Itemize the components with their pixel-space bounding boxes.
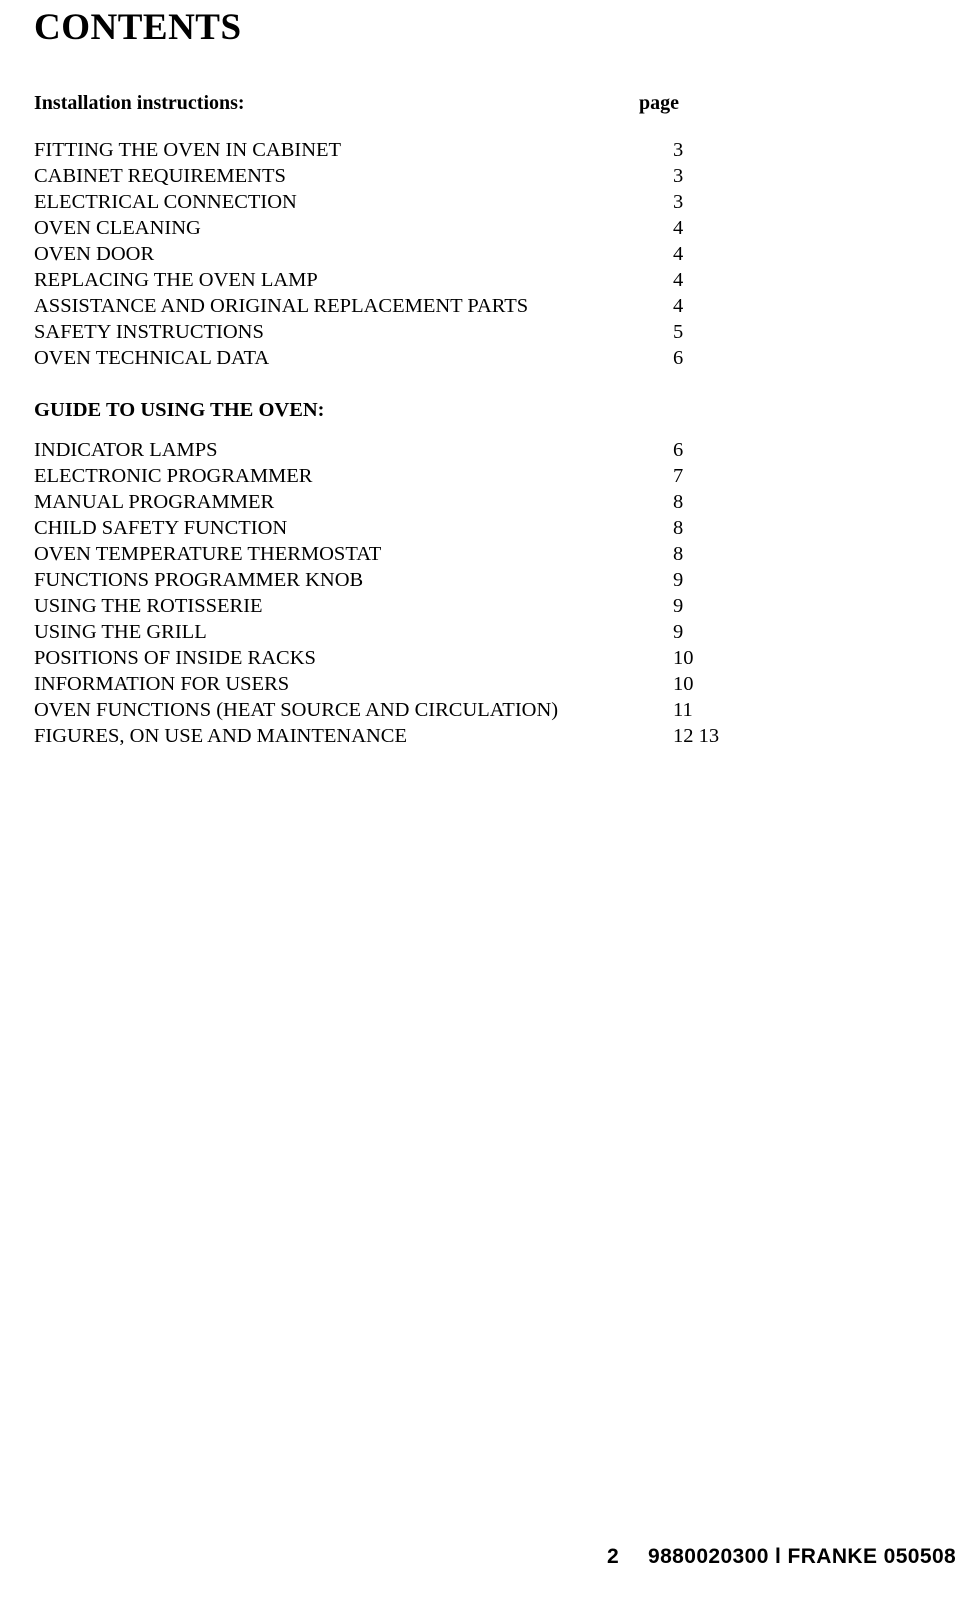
toc-entry-title: REPLACING THE OVEN LAMP: [34, 269, 318, 291]
document-page: CONTENTS Installation instructions: page…: [0, 0, 960, 1599]
toc-entry[interactable]: ASSISTANCE AND ORIGINAL REPLACEMENT PART…: [34, 293, 926, 319]
toc-entry[interactable]: USING THE GRILL 9: [34, 619, 926, 645]
toc-entry-page: 8: [673, 517, 684, 539]
footer-document-id: 9880020300 l FRANKE 050508: [648, 1545, 957, 1568]
toc-entry[interactable]: OVEN CLEANING 4: [34, 215, 926, 241]
toc-entry-title: MANUAL PROGRAMMER: [34, 491, 275, 513]
toc-entry-title: CHILD SAFETY FUNCTION: [34, 517, 288, 539]
toc-entry-title: INDICATOR LAMPS: [34, 439, 218, 461]
toc-entry[interactable]: ELECTRICAL CONNECTION 3: [34, 189, 926, 215]
toc-entry-title: FUNCTIONS PROGRAMMER KNOB: [34, 569, 364, 591]
toc-entry[interactable]: OVEN TECHNICAL DATA 6: [34, 345, 926, 371]
page-column-label: page: [639, 92, 679, 114]
toc-entry[interactable]: OVEN TEMPERATURE THERMOSTAT 8: [34, 541, 926, 567]
toc-entry-page: 8: [673, 491, 684, 513]
toc-entry-page: 3: [673, 165, 684, 187]
toc-entry-title: ELECTRICAL CONNECTION: [34, 191, 297, 213]
toc-entry[interactable]: REPLACING THE OVEN LAMP 4: [34, 267, 926, 293]
toc-entry[interactable]: ELECTRONIC PROGRAMMER 7: [34, 463, 926, 489]
toc-entry[interactable]: CABINET REQUIREMENTS 3: [34, 163, 926, 189]
toc-entry-title: OVEN FUNCTIONS (HEAT SOURCE AND CIRCULAT…: [34, 699, 559, 721]
toc-entry-page: 12 13: [673, 725, 720, 747]
toc-entry-page: 6: [673, 439, 684, 461]
toc-entry-page: 10: [673, 673, 694, 695]
toc-entry-page: 9: [673, 621, 684, 643]
toc-entry-page: 7: [673, 465, 684, 487]
toc-entry[interactable]: FIGURES, ON USE AND MAINTENANCE 12 13: [34, 723, 926, 749]
toc-entry[interactable]: FITTING THE OVEN IN CABINET 3: [34, 137, 926, 163]
toc-entry[interactable]: INDICATOR LAMPS 6: [34, 437, 926, 463]
toc-entry-page: 4: [673, 217, 684, 239]
toc-entry-title: FIGURES, ON USE AND MAINTENANCE: [34, 725, 407, 747]
toc-entry-page: 9: [673, 569, 684, 591]
toc-entry[interactable]: CHILD SAFETY FUNCTION 8: [34, 515, 926, 541]
toc-entry-title: INFORMATION FOR USERS: [34, 673, 290, 695]
toc-entry-page: 4: [673, 269, 684, 291]
toc-entry-title: ELECTRONIC PROGRAMMER: [34, 465, 313, 487]
toc-entry[interactable]: POSITIONS OF INSIDE RACKS 10: [34, 645, 926, 671]
toc-entry-title: POSITIONS OF INSIDE RACKS: [34, 647, 316, 669]
toc-entry[interactable]: MANUAL PROGRAMMER 8: [34, 489, 926, 515]
toc-entry-title: CABINET REQUIREMENTS: [34, 165, 286, 187]
toc-entry-title: OVEN DOOR: [34, 243, 155, 265]
installation-section-label: Installation instructions:: [34, 92, 245, 114]
toc-entry[interactable]: SAFETY INSTRUCTIONS 5: [34, 319, 926, 345]
toc-entry-title: USING THE ROTISSERIE: [34, 595, 263, 617]
toc-entry-page: 5: [673, 321, 684, 343]
guide-toc-list: INDICATOR LAMPS 6 ELECTRONIC PROGRAMMER …: [34, 437, 926, 749]
toc-entry-page: 6: [673, 347, 684, 369]
toc-entry-page: 9: [673, 595, 684, 617]
toc-entry[interactable]: INFORMATION FOR USERS 10: [34, 671, 926, 697]
toc-entry-title: OVEN TECHNICAL DATA: [34, 347, 270, 369]
toc-entry[interactable]: OVEN DOOR 4: [34, 241, 926, 267]
toc-entry-page: 3: [673, 139, 684, 161]
toc-entry-page: 4: [673, 295, 684, 317]
toc-entry-page: 10: [673, 647, 694, 669]
toc-entry-page: 8: [673, 543, 684, 565]
toc-entry-title: OVEN TEMPERATURE THERMOSTAT: [34, 543, 382, 565]
toc-entry-title: FITTING THE OVEN IN CABINET: [34, 139, 342, 161]
toc-entry-title: SAFETY INSTRUCTIONS: [34, 321, 264, 343]
installation-toc-list: FITTING THE OVEN IN CABINET 3 CABINET RE…: [34, 137, 926, 371]
toc-entry[interactable]: FUNCTIONS PROGRAMMER KNOB 9: [34, 567, 926, 593]
installation-section-heading: Installation instructions: page: [34, 92, 926, 115]
page-title: CONTENTS: [34, 7, 242, 48]
footer-page-number: 2: [607, 1545, 619, 1568]
toc-entry-title: OVEN CLEANING: [34, 217, 201, 239]
toc-entry[interactable]: OVEN FUNCTIONS (HEAT SOURCE AND CIRCULAT…: [34, 697, 926, 723]
toc-entry-title: ASSISTANCE AND ORIGINAL REPLACEMENT PART…: [34, 295, 529, 317]
toc-entry-page: 4: [673, 243, 684, 265]
toc-entry-title: USING THE GRILL: [34, 621, 207, 643]
toc-entry[interactable]: USING THE ROTISSERIE 9: [34, 593, 926, 619]
toc-entry-page: 11: [673, 699, 693, 721]
toc-entry-page: 3: [673, 191, 684, 213]
page-footer: 2 9880020300 l FRANKE 050508: [0, 1545, 960, 1573]
guide-section-heading: GUIDE TO USING THE OVEN:: [34, 399, 325, 421]
